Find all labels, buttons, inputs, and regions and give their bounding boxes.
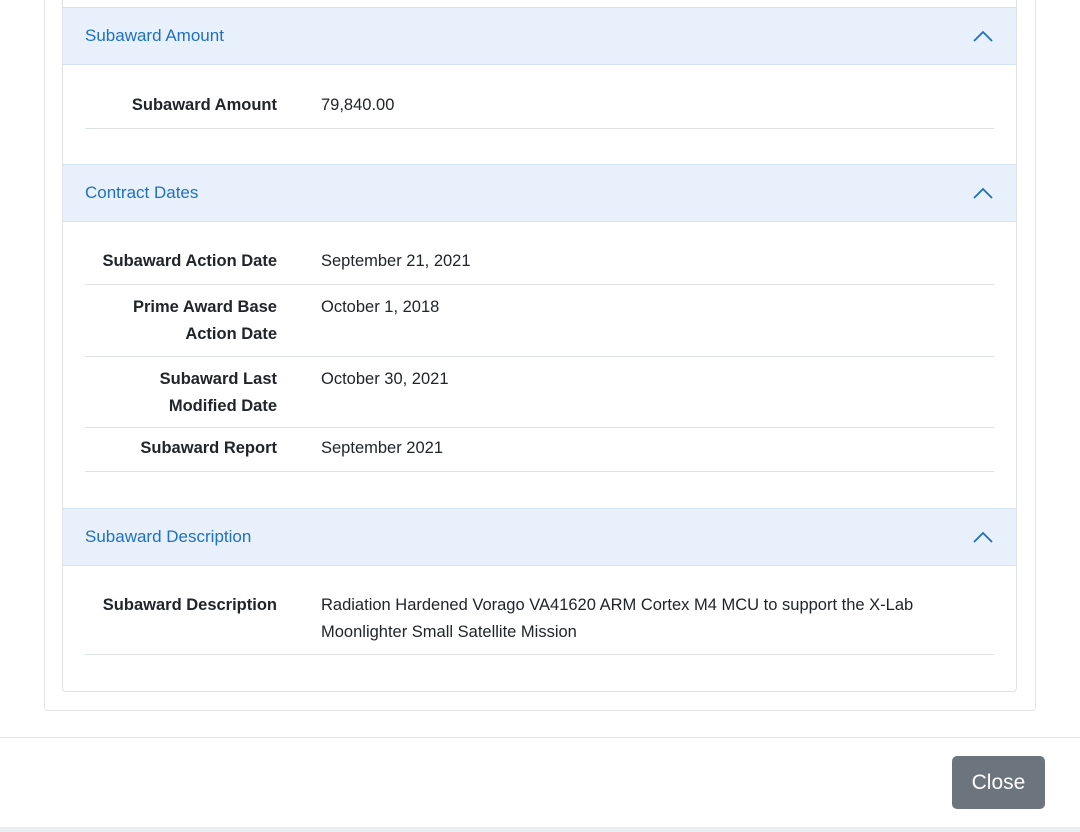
detail-row: Subaward Last Modified Date October 30, …	[85, 357, 994, 428]
accordion-header-subaward-amount[interactable]: Subaward Amount	[63, 7, 1016, 65]
detail-row: Subaward Action Date September 21, 2021	[85, 244, 994, 285]
chevron-up-icon[interactable]	[972, 186, 994, 200]
row-value: 79,840.00	[321, 96, 395, 114]
row-value: September 21, 2021	[321, 252, 471, 270]
row-label: Subaward Report	[140, 439, 277, 457]
detail-row: Subaward Report September 2021	[85, 428, 994, 472]
accordion-header-subaward-description[interactable]: Subaward Description	[63, 508, 1016, 566]
row-value: October 30, 2021	[321, 370, 449, 388]
close-button[interactable]: Close	[952, 756, 1045, 809]
row-label: Prime Award Base Action Date	[133, 298, 277, 343]
row-label: Subaward Description	[102, 596, 277, 614]
detail-row: Prime Award Base Action Date October 1, …	[85, 285, 994, 357]
accordion-header-contract-dates[interactable]: Contract Dates	[63, 164, 1016, 222]
row-value: Radiation Hardened Vorago VA41620 ARM Co…	[321, 596, 914, 641]
accordion-title: Subaward Description	[85, 527, 252, 546]
accordion-title: Subaward Amount	[85, 26, 224, 45]
row-value: September 2021	[321, 439, 444, 457]
modal-bottom-edge	[0, 827, 1080, 832]
accordion-title: Contract Dates	[85, 183, 199, 202]
row-label: Subaward Amount	[131, 96, 277, 114]
chevron-up-icon[interactable]	[972, 530, 994, 544]
modal-footer-divider	[0, 737, 1080, 738]
row-label: Subaward Last Modified Date	[159, 370, 277, 415]
chevron-up-icon[interactable]	[972, 29, 994, 43]
detail-row: Subaward Description Radiation Hardened …	[85, 588, 994, 655]
row-label: Subaward Action Date	[102, 252, 278, 270]
detail-row: Subaward Amount 79,840.00	[85, 88, 994, 129]
row-value: October 1, 2018	[321, 298, 440, 316]
